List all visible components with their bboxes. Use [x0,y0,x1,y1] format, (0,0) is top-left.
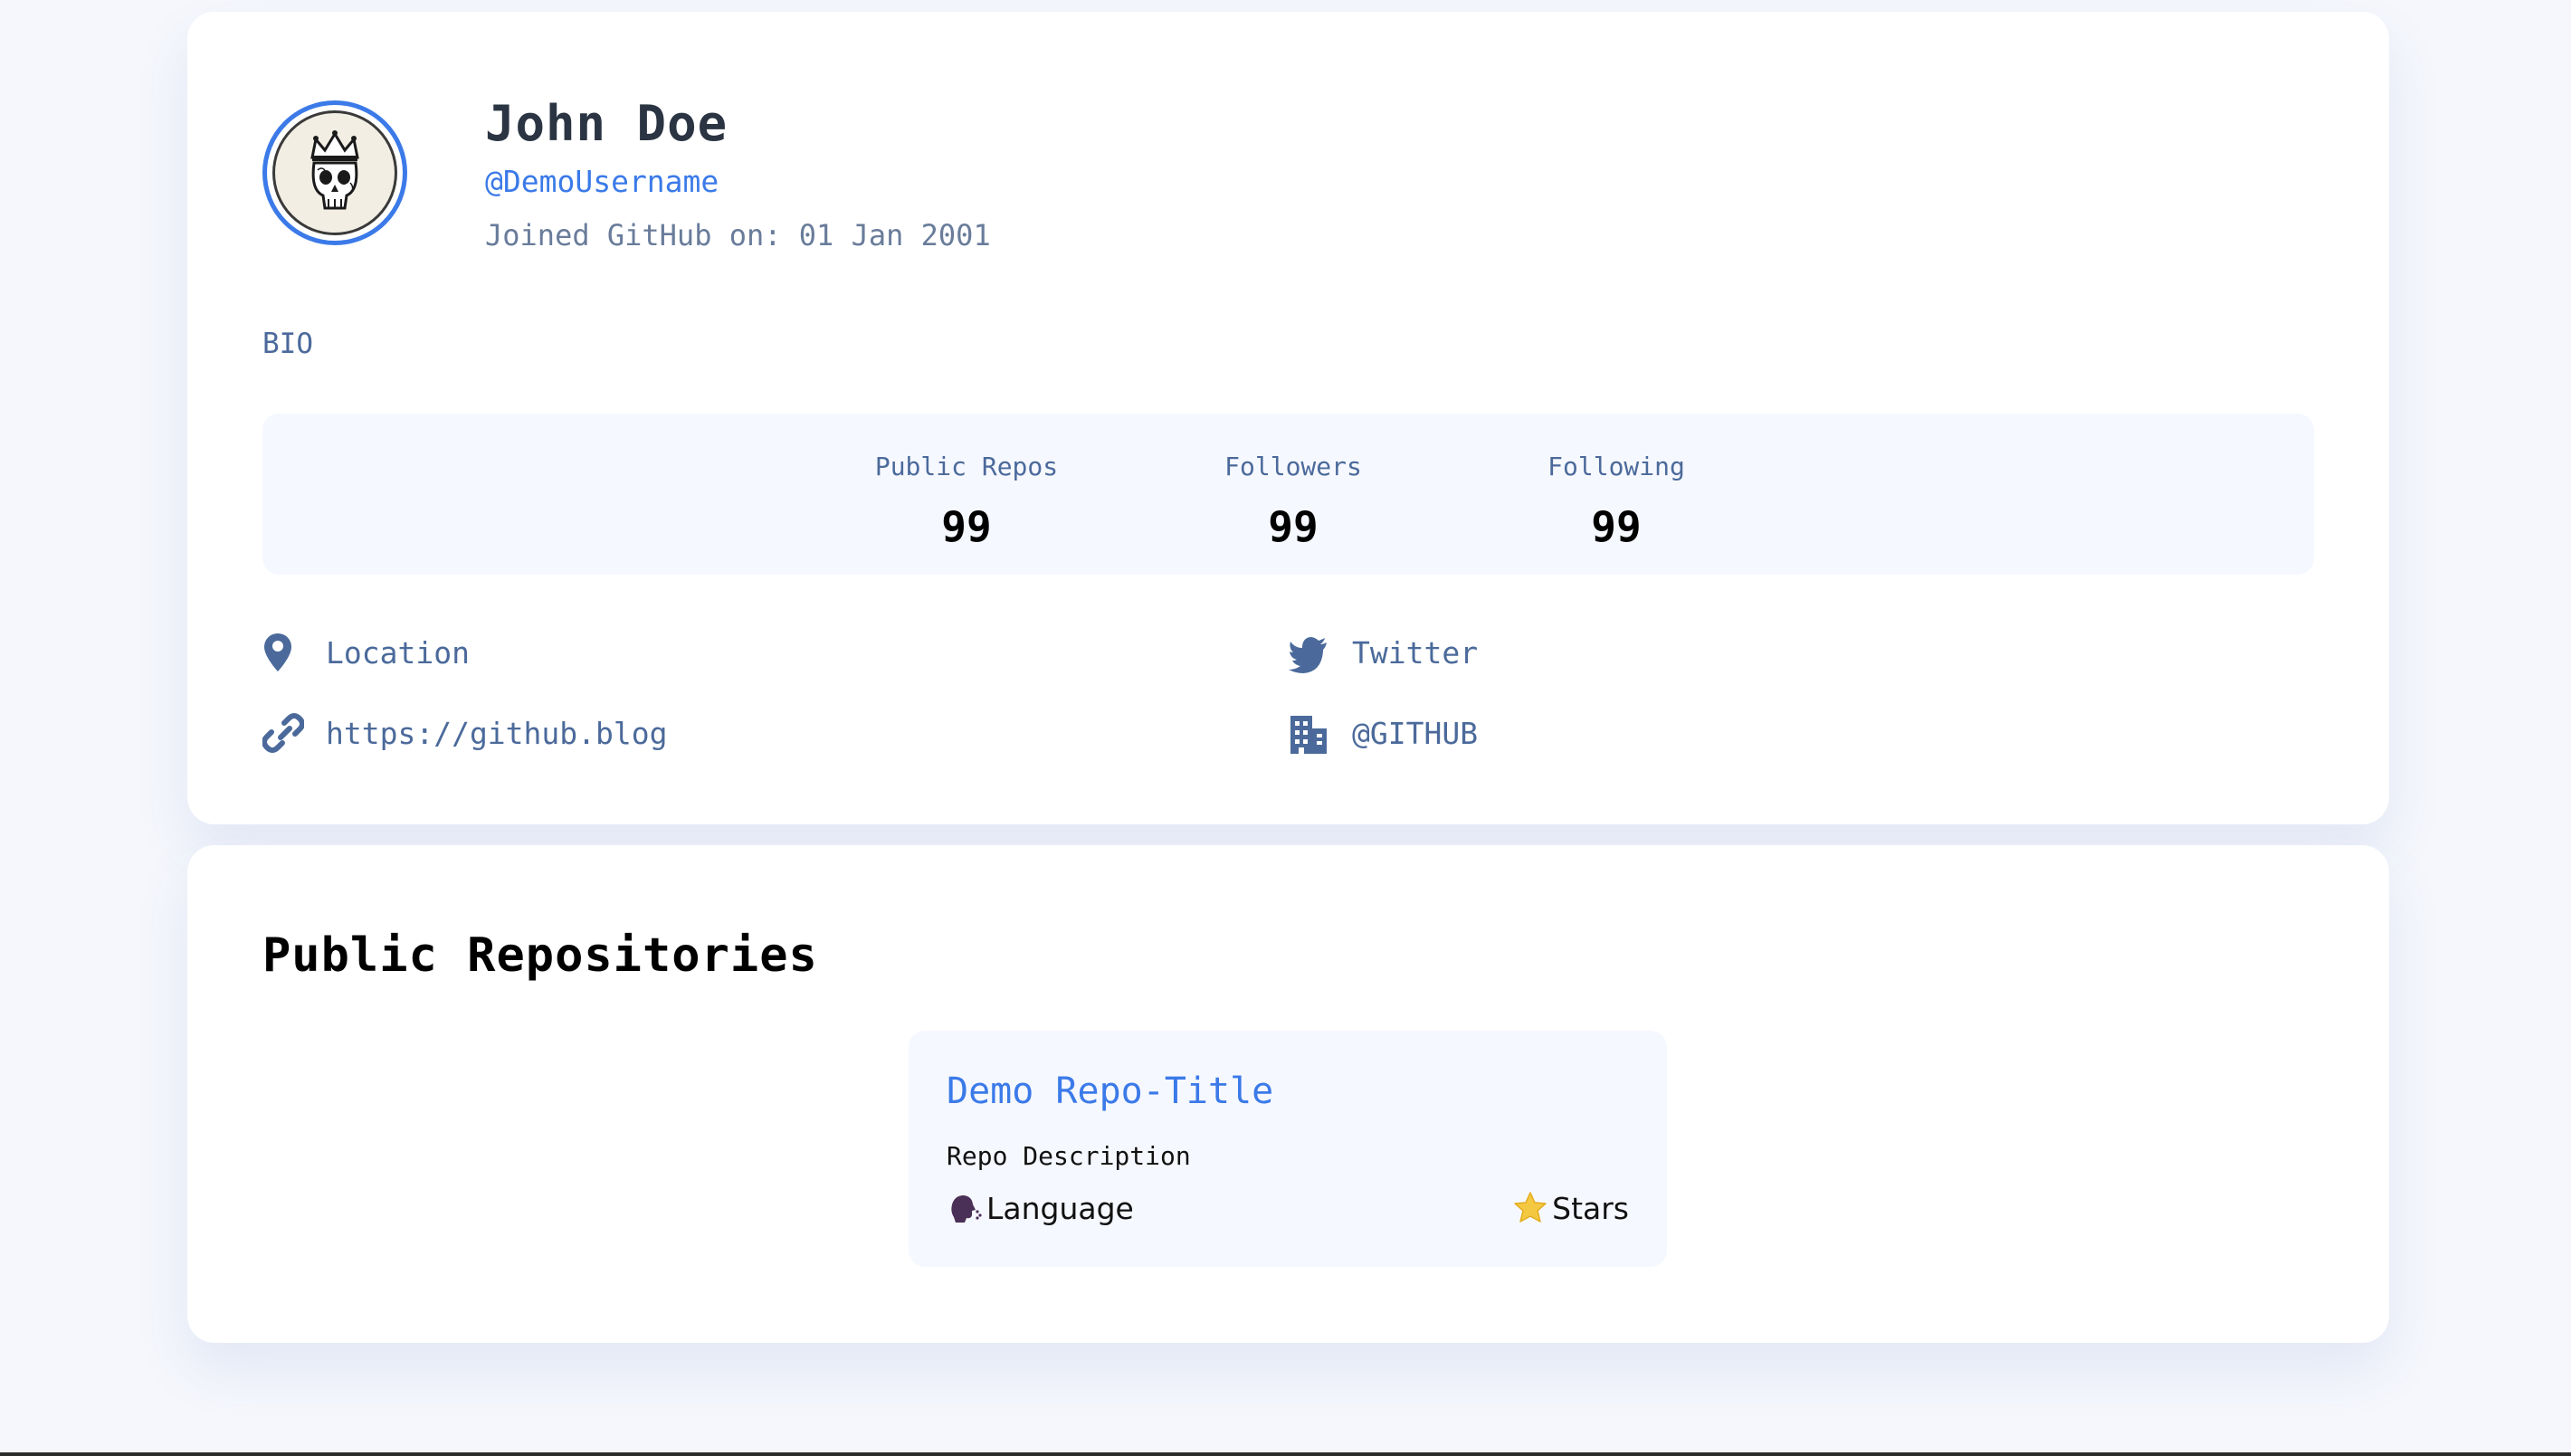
profile-card: John Doe @DemoUsername Joined GitHub on:… [187,12,2389,824]
bottom-divider [0,1452,2571,1456]
star-icon [1512,1190,1548,1226]
profile-bio: BIO [262,328,313,360]
repo-title-link[interactable]: Demo Repo-Title [947,1071,1273,1112]
stat-label: Following [1547,452,1685,481]
repo-stars-text: Stars [1552,1190,1629,1226]
blog-link[interactable]: https://github.blog [326,710,668,757]
repo-language: Language [947,1190,1134,1226]
profile-username-link[interactable]: @DemoUsername [485,164,719,199]
company-item[interactable]: @GITHUB [1289,710,1741,757]
stat-value: 99 [1268,502,1319,551]
building-icon [1289,710,1328,765]
stat-label: Followers [1224,452,1362,481]
twitter-text[interactable]: Twitter [1352,630,1478,677]
speaking-head-icon [947,1190,983,1226]
location-text: Location [326,635,470,671]
stat-label: Public Repos [874,452,1059,481]
stat-followers: Followers 99 [1215,414,1371,575]
stats-panel: Public Repos 99 Followers 99 Following 9… [262,414,2314,575]
repositories-card: Public Repositories Demo Repo-Title Repo… [187,845,2389,1343]
repositories-heading: Public Repositories [262,928,818,983]
avatar [262,100,407,245]
stat-following: Following 99 [1538,414,1694,575]
joined-date: Joined GitHub on: 01 Jan 2001 [485,218,991,252]
company-text[interactable]: @GITHUB [1352,710,1478,757]
link-icon [262,710,305,765]
stat-value: 99 [1591,502,1642,551]
stat-value: 99 [941,502,992,551]
location-item: Location [262,630,805,677]
stat-public-repos: Public Repos 99 [860,414,1073,575]
profile-name: John Doe [485,95,728,152]
skull-crown-avatar-icon [272,110,397,235]
repo-language-text: Language [986,1190,1134,1226]
repo-card[interactable]: Demo Repo-Title Repo Description Languag… [909,1031,1667,1267]
twitter-bird-icon [1289,630,1328,684]
twitter-item[interactable]: Twitter [1289,630,1741,677]
location-pin-icon [262,630,293,684]
blog-item[interactable]: https://github.blog [262,710,896,757]
repo-stars: Stars [1512,1190,1629,1226]
repo-description: Repo Description [947,1141,1191,1171]
page: John Doe @DemoUsername Joined GitHub on:… [0,0,2571,1456]
